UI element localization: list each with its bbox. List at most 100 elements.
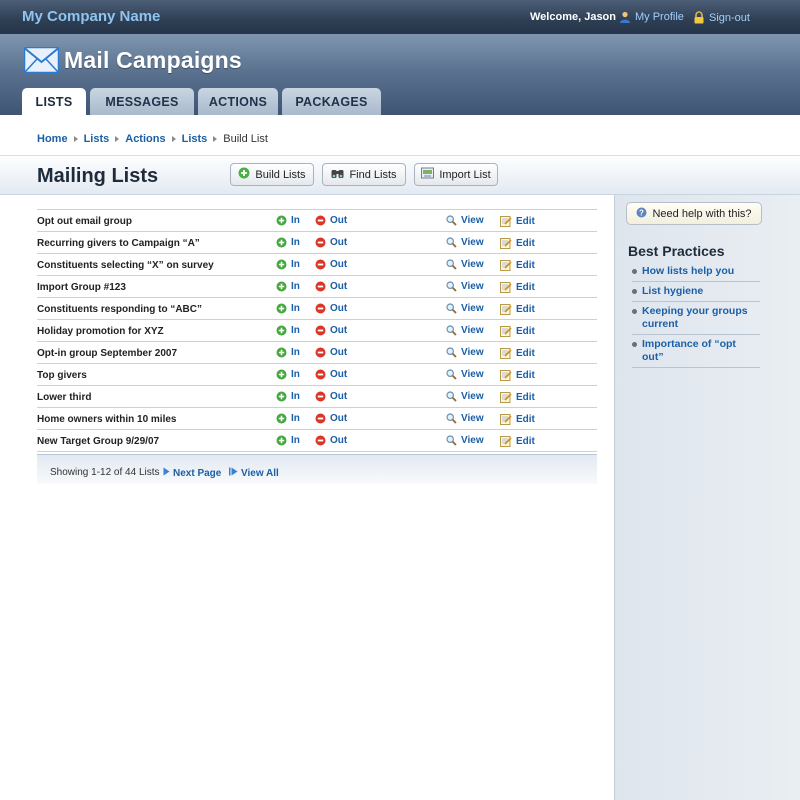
out-button[interactable]: Out — [315, 215, 347, 226]
view-button[interactable]: View — [446, 259, 484, 270]
find-lists-button[interactable]: Find Lists — [322, 163, 406, 186]
edit-button[interactable]: Edit — [500, 391, 535, 403]
edit-button[interactable]: Edit — [500, 281, 535, 293]
view-button[interactable]: View — [446, 391, 484, 402]
bullet-icon — [632, 269, 637, 274]
best-practice-label: Keeping your groups current — [642, 305, 748, 330]
remove-icon — [315, 391, 326, 402]
out-label: Out — [330, 259, 348, 270]
view-button[interactable]: View — [446, 325, 484, 336]
out-button[interactable]: Out — [315, 435, 347, 446]
view-button[interactable]: View — [446, 215, 484, 226]
in-button[interactable]: In — [276, 281, 300, 292]
tab-lists[interactable]: LISTS — [22, 88, 86, 116]
out-button[interactable]: Out — [315, 391, 347, 402]
add-icon — [276, 391, 287, 402]
view-label: View — [461, 237, 484, 248]
tab-messages[interactable]: MESSAGES — [90, 88, 194, 115]
edit-button[interactable]: Edit — [500, 369, 535, 381]
in-label: In — [291, 259, 300, 270]
table-row: Constituents responding to “ABC” In Out Vie… — [37, 298, 597, 320]
import-list-label: Import List — [439, 168, 491, 181]
edit-icon — [500, 391, 512, 403]
in-button[interactable]: In — [276, 391, 300, 402]
edit-button[interactable]: Edit — [500, 325, 535, 337]
in-button[interactable]: In — [276, 413, 300, 424]
in-button[interactable]: In — [276, 215, 300, 226]
breadcrumb-home[interactable]: Home — [37, 133, 68, 145]
tab-actions[interactable]: ACTIONS — [198, 88, 278, 115]
in-button[interactable]: In — [276, 347, 300, 358]
in-label: In — [291, 347, 300, 358]
table-row: New Target Group 9/29/07 In Out View Edit — [37, 430, 597, 452]
out-button[interactable]: Out — [315, 303, 347, 314]
edit-button[interactable]: Edit — [500, 259, 535, 271]
lock-icon — [693, 11, 705, 24]
magnifier-icon — [446, 325, 457, 336]
view-button[interactable]: View — [446, 369, 484, 380]
in-button[interactable]: In — [276, 325, 300, 336]
magnifier-icon — [446, 347, 457, 358]
tab-packages[interactable]: PACKAGES — [282, 88, 381, 115]
help-button[interactable]: ? Need help with this? — [626, 202, 762, 225]
edit-icon — [500, 435, 512, 447]
edit-label: Edit — [516, 369, 535, 381]
out-button[interactable]: Out — [315, 325, 347, 336]
view-button[interactable]: View — [446, 303, 484, 314]
list-name: Lower third — [37, 392, 92, 403]
sign-out-link[interactable]: Sign-out — [693, 11, 750, 24]
breadcrumb-lists[interactable]: Lists — [84, 133, 110, 145]
welcome-text: Welcome, Jason — [530, 11, 616, 23]
out-button[interactable]: Out — [315, 237, 347, 248]
best-practice-link[interactable]: Keeping your groups current — [632, 302, 760, 335]
in-label: In — [291, 391, 300, 402]
edit-icon — [500, 237, 512, 249]
edit-button[interactable]: Edit — [500, 237, 535, 249]
import-list-button[interactable]: Import List — [414, 163, 498, 186]
build-lists-button[interactable]: Build Lists — [230, 163, 314, 186]
in-button[interactable]: In — [276, 435, 300, 446]
edit-icon — [500, 347, 512, 359]
view-all-link[interactable]: View All — [229, 467, 279, 479]
edit-icon — [500, 303, 512, 315]
app-title: Mail Campaigns — [64, 47, 242, 73]
best-practices-title: Best Practices — [628, 243, 725, 259]
in-label: In — [291, 281, 300, 292]
out-button[interactable]: Out — [315, 281, 347, 292]
company-name[interactable]: My Company Name — [22, 8, 160, 25]
edit-button[interactable]: Edit — [500, 347, 535, 359]
edit-label: Edit — [516, 215, 535, 227]
table-row: Constituents selecting “X” on survey In Ou… — [37, 254, 597, 276]
in-button[interactable]: In — [276, 303, 300, 314]
view-button[interactable]: View — [446, 237, 484, 248]
out-button[interactable]: Out — [315, 347, 347, 358]
view-button[interactable]: View — [446, 435, 484, 446]
view-button[interactable]: View — [446, 281, 484, 292]
table-row: Top givers In Out View Edit — [37, 364, 597, 386]
view-button[interactable]: View — [446, 413, 484, 424]
view-button[interactable]: View — [446, 347, 484, 358]
in-button[interactable]: In — [276, 259, 300, 270]
out-button[interactable]: Out — [315, 369, 347, 380]
edit-button[interactable]: Edit — [500, 303, 535, 315]
out-button[interactable]: Out — [315, 259, 347, 270]
best-practice-link[interactable]: List hygiene — [632, 282, 760, 302]
in-label: In — [291, 325, 300, 336]
best-practice-link[interactable]: Importance of “opt out” — [632, 335, 760, 368]
best-practice-link[interactable]: How lists help you — [632, 262, 760, 282]
edit-button[interactable]: Edit — [500, 413, 535, 425]
build-lists-label: Build Lists — [255, 168, 306, 181]
edit-button[interactable]: Edit — [500, 435, 535, 447]
next-page-link[interactable]: Next Page — [163, 467, 221, 479]
in-button[interactable]: In — [276, 237, 300, 248]
edit-button[interactable]: Edit — [500, 215, 535, 227]
my-profile-link[interactable]: My Profile — [619, 11, 684, 23]
breadcrumb-lists-2[interactable]: Lists — [182, 133, 208, 145]
table-row: Recurring givers to Campaign “A” In Out Vie… — [37, 232, 597, 254]
view-label: View — [461, 215, 484, 226]
edit-label: Edit — [516, 347, 535, 359]
in-button[interactable]: In — [276, 369, 300, 380]
out-button[interactable]: Out — [315, 413, 347, 424]
remove-icon — [315, 325, 326, 336]
breadcrumb-actions[interactable]: Actions — [125, 133, 165, 145]
